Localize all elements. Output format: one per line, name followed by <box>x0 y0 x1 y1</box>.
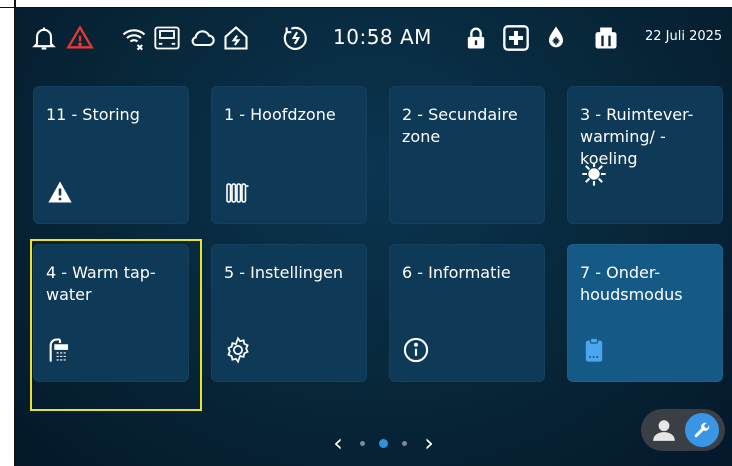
clipboard-icon <box>580 336 608 364</box>
page-dot-3[interactable] <box>402 440 407 446</box>
tile-secundaire-zone[interactable]: 2 - Secundaire zone <box>389 86 545 224</box>
tile-informatie[interactable]: 6 - Informatie <box>389 244 545 382</box>
tile-ruimteverwarming[interactable]: 3 - Ruimtever-warming/ -koeling <box>567 86 723 224</box>
user-icon[interactable] <box>651 417 677 443</box>
tile-onderhoudsmodus[interactable]: 7 - Onder-houdsmodus <box>567 244 723 382</box>
power-saving-icon[interactable] <box>281 22 311 54</box>
wrench-button[interactable] <box>685 413 719 447</box>
status-bar: 10:58 AM 22 Juli 2025 <box>15 8 732 68</box>
info-icon <box>402 336 430 364</box>
gear-icon <box>224 336 252 364</box>
clock-time: 10:58 AM <box>333 25 432 49</box>
medical-cross-icon[interactable] <box>501 22 531 54</box>
heat-cool-icon <box>580 160 608 188</box>
chevron-left-icon[interactable]: ‹ <box>330 429 346 457</box>
chevron-right-icon[interactable]: › <box>421 429 437 457</box>
tile-storing[interactable]: 11 - Storing <box>33 86 189 224</box>
tile-label: 6 - Informatie <box>402 263 511 282</box>
tile-label: 11 - Storing <box>46 105 140 124</box>
wifi-off-icon[interactable] <box>119 22 149 54</box>
wrench-icon <box>694 422 710 438</box>
warning-icon <box>46 178 74 206</box>
clock-date: 22 Juli 2025 <box>645 29 723 44</box>
tile-label: 2 - Secundaire zone <box>402 105 518 146</box>
tile-instellingen[interactable]: 5 - Instellingen <box>211 244 367 382</box>
cloud-icon[interactable] <box>187 22 217 54</box>
network-port-icon[interactable] <box>152 22 182 54</box>
boiler-icon[interactable] <box>591 22 621 54</box>
page-dot-1[interactable] <box>360 440 365 446</box>
page-indicator: ‹ › <box>330 428 437 458</box>
tile-hoofdzone[interactable]: 1 - Hoofdzone <box>211 86 367 224</box>
tile-label: 1 - Hoofdzone <box>224 105 336 124</box>
frost-protection-icon[interactable] <box>541 22 571 54</box>
radiator-icon <box>224 178 252 206</box>
home-energy-icon[interactable] <box>221 22 251 54</box>
page-dot-2[interactable] <box>379 438 388 448</box>
tile-label: 7 - Onder-houdsmodus <box>580 263 683 304</box>
tile-label: 5 - Instellingen <box>224 263 344 282</box>
focus-highlight-box <box>30 239 202 411</box>
quick-actions <box>641 409 725 451</box>
lock-icon[interactable] <box>461 22 491 54</box>
bell-icon[interactable] <box>29 22 59 54</box>
warning-icon[interactable] <box>65 22 95 54</box>
